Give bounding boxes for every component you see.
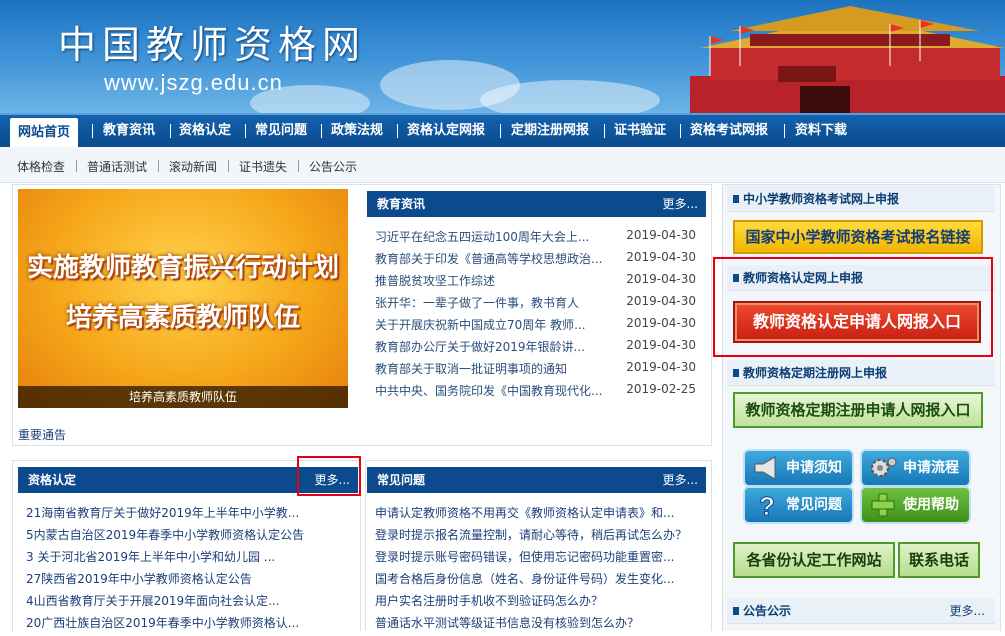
nav-divider <box>92 124 93 138</box>
news-item[interactable]: 推普脱贫攻坚工作综述 2019-04-30 <box>367 272 706 294</box>
question-mark-icon: ? <box>759 491 776 519</box>
nav-divider <box>397 124 398 138</box>
site-banner: 中国教师资格网 www.jszg.edu.cn <box>0 0 1005 113</box>
list-item[interactable]: 20广西壮族自治区2019年春季中小学教师资格认... <box>18 614 358 636</box>
list-item[interactable]: 3 关于河北省2019年上半年中小学和幼儿园 ... <box>18 548 358 570</box>
list-item[interactable]: 27陕西省2019年中小学教师资格认定公告 <box>18 570 358 592</box>
list-item[interactable]: 普通话水平测试等级证书信息没有核验到怎么办？ <box>367 614 706 636</box>
renew-section-header: 教师资格定期注册网上申报 <box>727 360 995 386</box>
subnav-item-mandarin-test[interactable]: 普通话测试 <box>87 158 147 175</box>
subnav-divider <box>158 160 159 172</box>
news-panel-title: 教育资讯 <box>377 197 426 211</box>
faq-more-link[interactable]: 更多... <box>663 467 698 493</box>
gear-icon <box>871 457 897 477</box>
nav-item-renew-online[interactable]: 定期注册网报 <box>511 115 589 147</box>
usage-help-button[interactable]: 使用帮助 <box>860 486 971 524</box>
more-link-highlight-box <box>297 456 361 496</box>
faq-panel-title: 常见问题 <box>377 473 426 487</box>
nav-divider <box>604 124 605 138</box>
renew-application-entry-button[interactable]: 教师资格定期注册申请人网报入口 <box>733 392 983 428</box>
application-process-button[interactable]: 申请流程 <box>860 449 971 487</box>
nav-item-exam-online[interactable]: 资格考试网报 <box>690 115 768 147</box>
nav-item-education-news[interactable]: 教育资讯 <box>103 115 155 147</box>
notice-more-link[interactable]: 更多... <box>950 598 985 624</box>
notice-section-title: 公告公示 <box>743 604 792 618</box>
certification-list: 21海南省教育厅关于做好2019年上半年中小学教... 5内蒙古自治区2019年… <box>18 500 358 631</box>
faq-button[interactable]: ? 常见问题 <box>743 486 854 524</box>
svg-text:?: ? <box>759 491 775 519</box>
list-item[interactable]: 21海南省教育厅关于做好2019年上半年中小学教... <box>18 504 358 526</box>
province-sites-button[interactable]: 各省份认定工作网站 <box>733 542 895 578</box>
news-item[interactable]: 教育部关于取消一批证明事项的通知 2019-04-30 <box>367 360 706 382</box>
plus-icon <box>871 493 895 517</box>
news-item[interactable]: 教育部关于印发《普通高等学校思想政治... 2019-04-30 <box>367 250 706 272</box>
list-item[interactable]: 用户实名注册时手机收不到验证码怎么办？ <box>367 592 706 614</box>
subnav-item-lost-certificate[interactable]: 证书遗失 <box>239 158 287 175</box>
promo-slideshow[interactable]: 实施教师教育振兴行动计划 培养高素质教师队伍 培养高素质教师队伍 <box>18 189 348 408</box>
subnav-divider <box>298 160 299 172</box>
news-item[interactable]: 关于开展庆祝新中国成立70周年 教师... 2019-04-30 <box>367 316 706 338</box>
nav-item-certification[interactable]: 资格认定 <box>179 115 231 147</box>
subnav-divider <box>228 160 229 172</box>
news-item[interactable]: 习近平在纪念五四运动100周年大会上... 2019-04-30 <box>367 228 706 250</box>
subnav-item-physical-exam[interactable]: 体格检查 <box>17 158 65 175</box>
exam-section-header: 中小学教师资格考试网上申报 <box>727 186 995 212</box>
promo-headline-1: 实施教师教育振兴行动计划 <box>26 253 339 283</box>
promo-headline-2: 培养高素质教师队伍 <box>65 303 300 333</box>
nav-divider <box>784 124 785 138</box>
certification-panel-title: 资格认定 <box>28 473 77 487</box>
list-item[interactable]: 登录时提示报名流量控制，请耐心等待，稍后再试怎么办？ <box>367 526 706 548</box>
list-item[interactable]: 国考合格后身份信息（姓名、身份证件号码）发生变化... <box>367 570 706 592</box>
sub-nav: 体格检查 普通话测试 滚动新闻 证书遗失 公告公示 <box>0 147 1005 183</box>
faq-list: 申请认定教师资格不用再交《教师资格认定申请表》和... 登录时提示报名流量控制，… <box>367 500 706 631</box>
list-item[interactable]: 5内蒙古自治区2019年春季中小学教师资格认定公告 <box>18 526 358 548</box>
nav-item-policy[interactable]: 政策法规 <box>331 115 383 147</box>
contact-phone-button[interactable]: 联系电话 <box>898 542 980 578</box>
cert-entry-highlight-box <box>713 257 993 357</box>
subnav-item-rolling-news[interactable]: 滚动新闻 <box>169 158 217 175</box>
subnav-item-announcements[interactable]: 公告公示 <box>309 158 357 175</box>
nav-divider <box>170 124 171 138</box>
cloud-decoration <box>480 80 660 113</box>
notice-section-header: 公告公示 更多... <box>727 598 995 624</box>
site-url: www.jszg.edu.cn <box>104 70 283 95</box>
main-nav: 网站首页 教育资讯 资格认定 常见问题 政策法规 资格认定网报 定期注册网报 证… <box>0 113 1005 147</box>
faq-panel-header: 常见问题 更多... <box>367 467 706 493</box>
nav-divider <box>321 124 322 138</box>
megaphone-icon <box>754 456 776 480</box>
tiananmen-gate-image <box>690 6 1005 113</box>
nav-divider <box>245 124 246 138</box>
nav-item-home[interactable]: 网站首页 <box>10 118 79 147</box>
list-item[interactable]: 4山西省教育厅关于开展2019年面向社会认定... <box>18 592 358 614</box>
list-item[interactable]: 登录时提示账号密码错误，但使用忘记密码功能重置密... <box>367 548 706 570</box>
nav-item-cert-verify[interactable]: 证书验证 <box>614 115 666 147</box>
application-notice-button[interactable]: 申请须知 <box>743 449 854 487</box>
exam-registration-link-button[interactable]: 国家中小学教师资格考试报名链接 <box>733 220 983 254</box>
nav-item-downloads[interactable]: 资料下载 <box>795 115 847 147</box>
nav-item-cert-online[interactable]: 资格认定网报 <box>407 115 485 147</box>
important-notice-link[interactable]: 重要通告 <box>18 426 66 443</box>
nav-item-faq[interactable]: 常见问题 <box>255 115 307 147</box>
news-more-link[interactable]: 更多... <box>663 191 698 217</box>
nav-divider <box>500 124 501 138</box>
news-item[interactable]: 中共中央、国务院印发《中国教育现代化... 2019-02-25 <box>367 382 706 404</box>
promo-caption: 培养高素质教师队伍 <box>18 386 348 408</box>
news-list: 习近平在纪念五四运动100周年大会上... 2019-04-30 教育部关于印发《… <box>367 220 706 410</box>
news-panel-header: 教育资讯 更多... <box>367 191 706 217</box>
list-item[interactable]: 申请认定教师资格不用再交《教师资格认定申请表》和... <box>367 504 706 526</box>
subnav-divider <box>76 160 77 172</box>
site-logo-title[interactable]: 中国教师资格网 <box>58 14 366 69</box>
nav-divider <box>680 124 681 138</box>
news-item[interactable]: 教育部办公厅关于做好2019年银龄讲... 2019-04-30 <box>367 338 706 360</box>
news-item[interactable]: 张开华：一辈子做了一件事，教书育人 2019-04-30 <box>367 294 706 316</box>
